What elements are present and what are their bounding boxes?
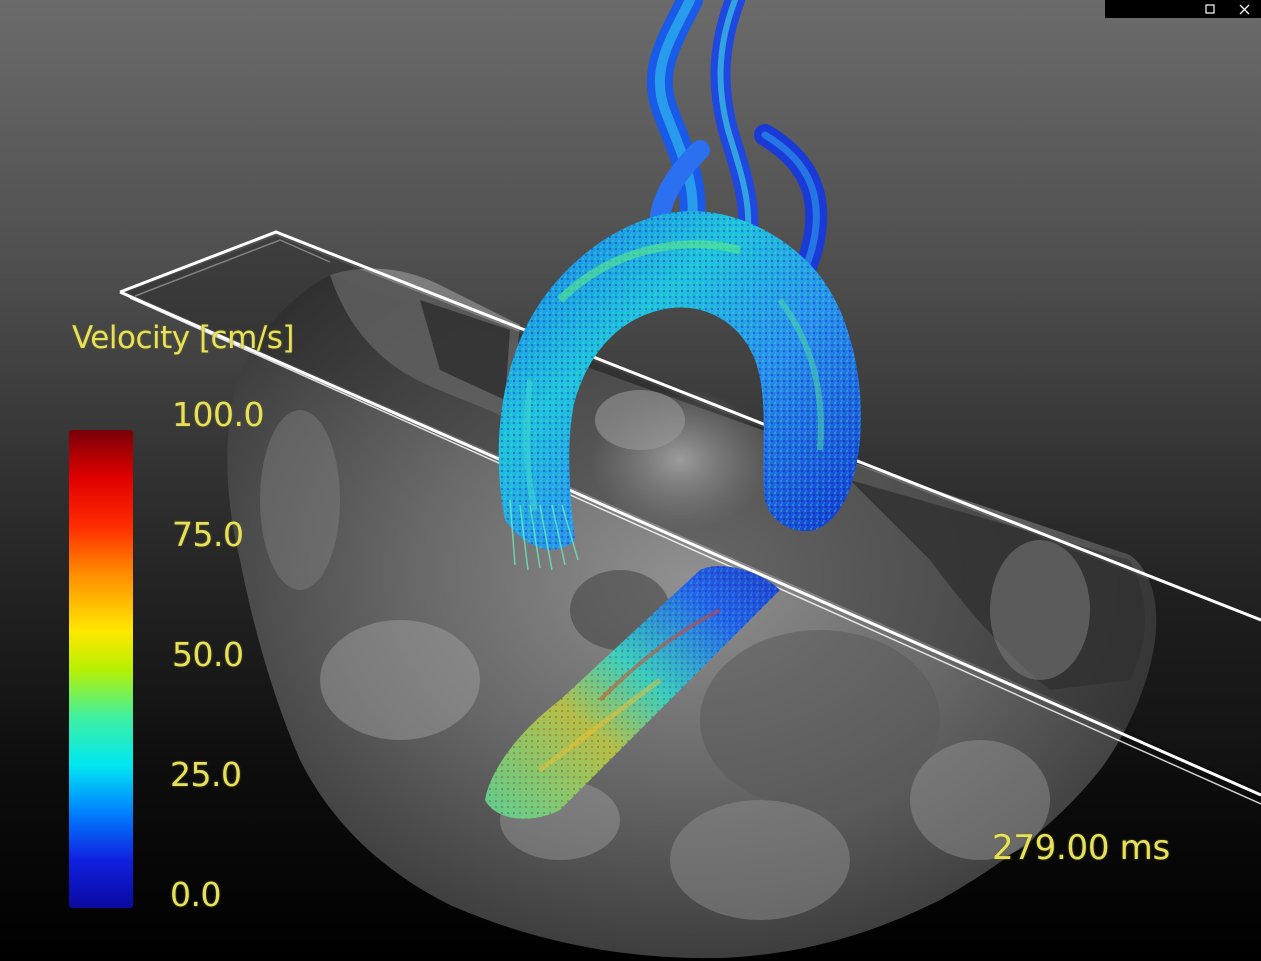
close-icon [1239, 4, 1250, 15]
legend-title: Velocity [cm/s] [72, 320, 295, 356]
colorbar-tick-label: 75.0 [172, 515, 244, 554]
maximize-button[interactable] [1193, 0, 1227, 18]
colorbar-tick-label: 25.0 [170, 755, 242, 794]
visualization-viewport[interactable]: Velocity [cm/s] 100.0 75.0 50.0 25.0 0.0… [0, 0, 1261, 961]
colorbar-tick-label: 50.0 [172, 635, 244, 674]
velocity-colorbar [69, 430, 133, 908]
maximize-icon [1205, 4, 1215, 14]
render-scene[interactable] [0, 0, 1261, 961]
time-readout: 279.00 ms [992, 828, 1170, 868]
colorbar-tick-label: 100.0 [172, 395, 264, 434]
colorbar-tick-label: 0.0 [170, 875, 221, 914]
close-button[interactable] [1227, 0, 1261, 18]
window-controls [1105, 0, 1261, 18]
